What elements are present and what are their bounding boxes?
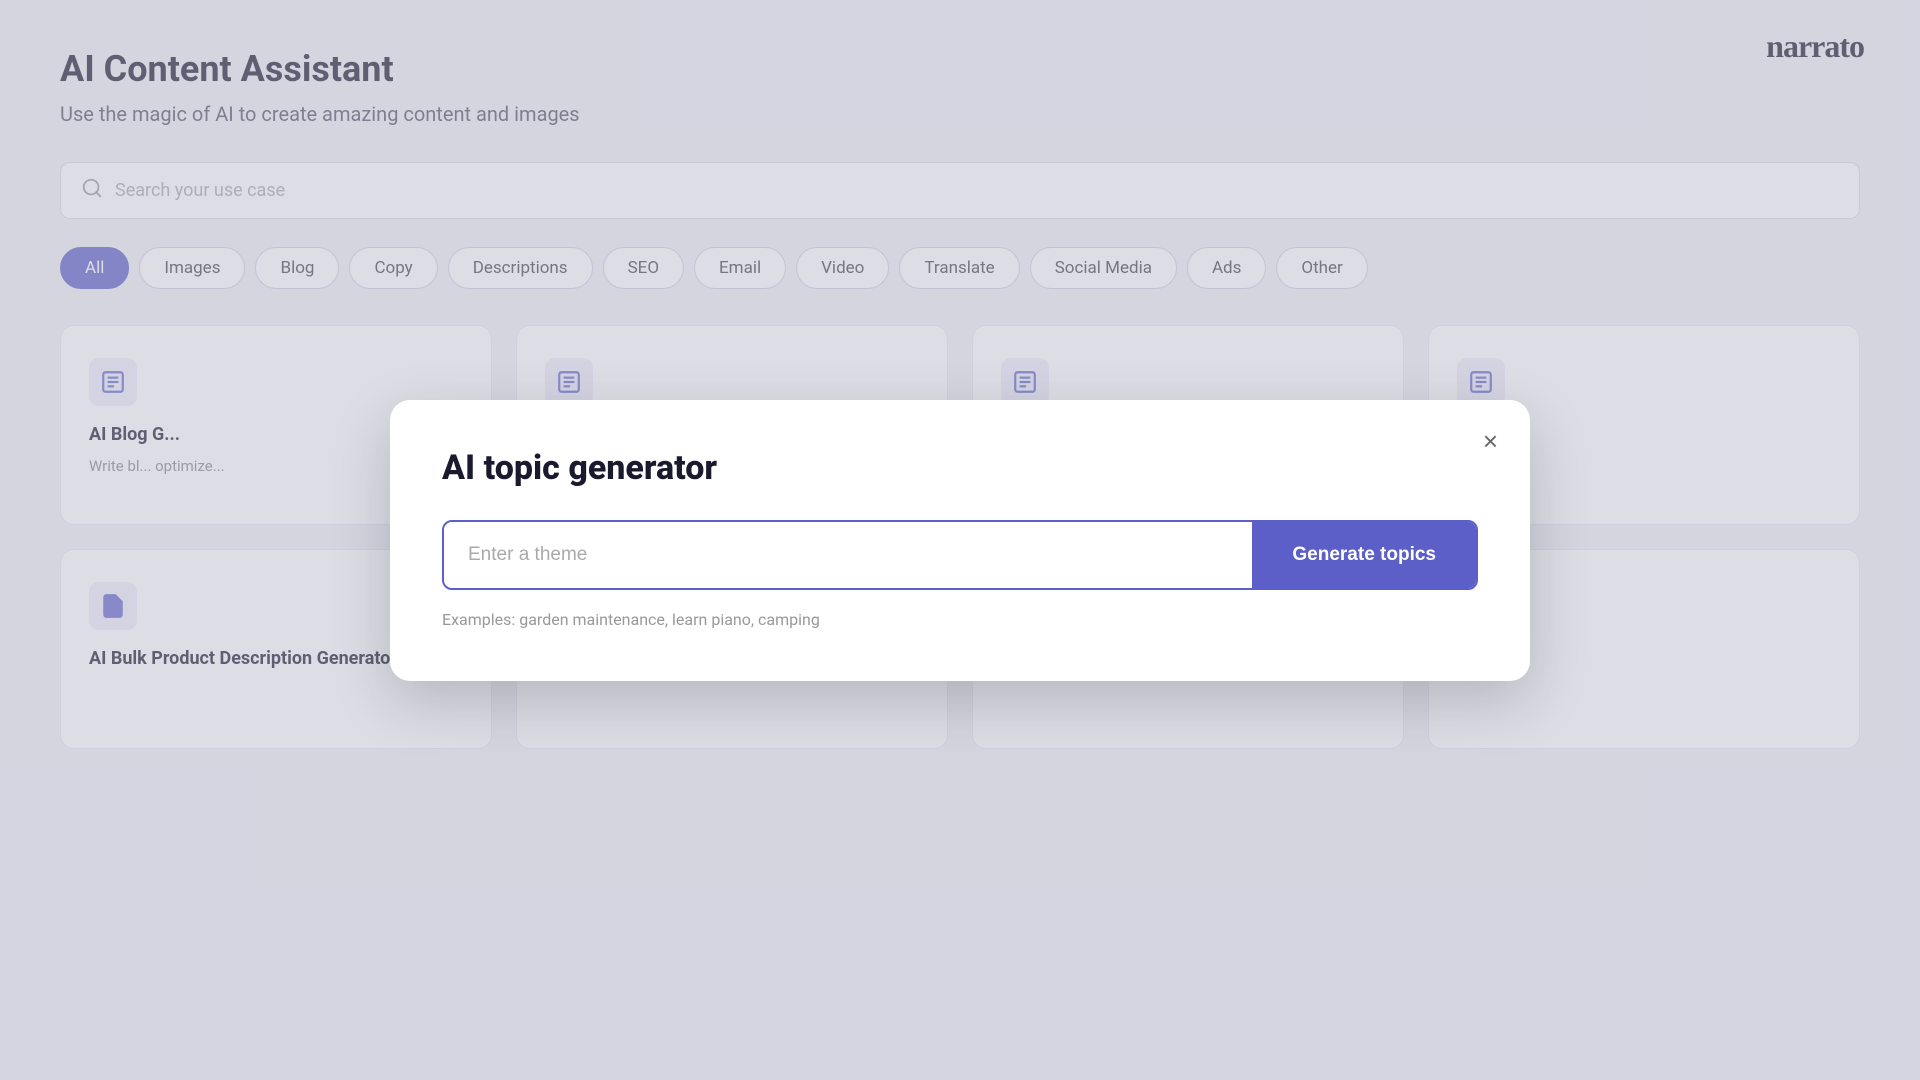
modal-input-row: Generate topics (442, 520, 1478, 590)
modal-examples: Examples: garden maintenance, learn pian… (442, 610, 1478, 629)
modal-close-button[interactable]: × (1483, 428, 1498, 454)
generate-topics-button[interactable]: Generate topics (1252, 522, 1476, 588)
modal-backdrop: × AI topic generator Generate topics Exa… (0, 0, 1920, 1080)
theme-input[interactable] (444, 522, 1252, 588)
modal-dialog: × AI topic generator Generate topics Exa… (390, 400, 1530, 681)
modal-title: AI topic generator (442, 448, 1478, 488)
